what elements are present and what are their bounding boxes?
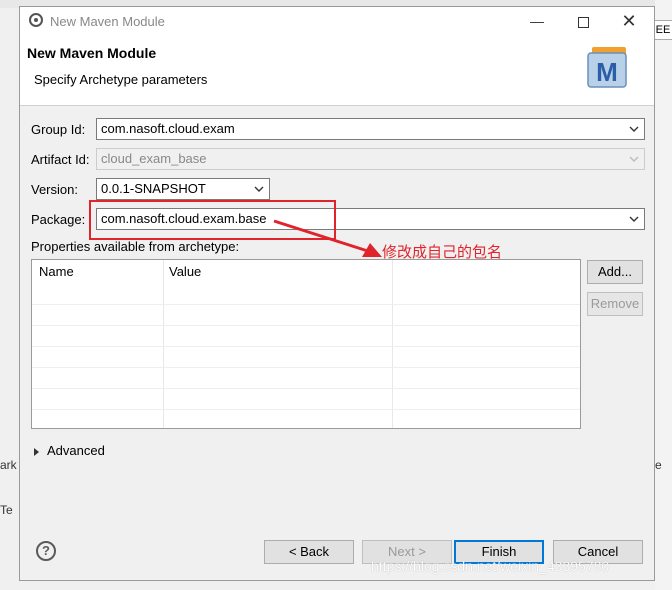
add-property-button[interactable]: Add...	[587, 260, 643, 284]
maximize-button[interactable]	[560, 7, 606, 35]
artifact-id-combo: cloud_exam_base	[96, 148, 645, 170]
advanced-section-toggle[interactable]: Advanced	[34, 443, 105, 458]
properties-table[interactable]: Name Value	[31, 259, 581, 429]
package-label: Package:	[31, 212, 86, 227]
close-icon: ✕	[621, 11, 637, 31]
chevron-down-icon	[629, 156, 639, 162]
new-maven-module-dialog: New Maven Module — ✕ New Maven Module Sp…	[19, 6, 655, 581]
row-divider	[32, 325, 580, 326]
column-divider	[392, 260, 393, 428]
minimize-icon: —	[530, 13, 544, 29]
help-icon[interactable]: ?	[36, 541, 56, 561]
background-right-fragment: e	[655, 458, 662, 472]
title-bar: New Maven Module — ✕	[20, 7, 654, 35]
version-label: Version:	[31, 182, 78, 197]
window-title: New Maven Module	[50, 14, 165, 29]
minimize-button[interactable]: —	[514, 7, 560, 35]
background-left-tab: Te	[0, 503, 13, 517]
column-header-name[interactable]: Name	[39, 260, 74, 284]
chevron-down-icon	[629, 126, 639, 132]
version-combo[interactable]: 0.0.1-SNAPSHOT	[96, 178, 270, 200]
column-divider	[163, 260, 164, 428]
background-right-panel	[655, 0, 672, 590]
page-title: New Maven Module	[27, 45, 157, 61]
maximize-icon	[577, 16, 589, 28]
wizard-header: New Maven Module Specify Archetype param…	[20, 35, 654, 106]
eclipse-icon	[29, 13, 43, 27]
chevron-down-icon	[254, 186, 264, 192]
close-button[interactable]: ✕	[606, 7, 652, 35]
artifact-id-label: Artifact Id:	[31, 152, 90, 167]
row-divider	[32, 304, 580, 305]
group-id-combo[interactable]: com.nasoft.cloud.exam	[96, 118, 645, 140]
expand-triangle-icon	[34, 447, 39, 456]
row-divider	[32, 388, 580, 389]
group-id-label: Group Id:	[31, 122, 86, 137]
background-left-fragment: ark	[0, 458, 17, 472]
row-divider	[32, 367, 580, 368]
maven-logo-icon: M	[587, 47, 627, 88]
row-divider	[32, 346, 580, 347]
page-description: Specify Archetype parameters	[34, 72, 208, 87]
column-header-value[interactable]: Value	[169, 260, 201, 284]
maven-logo-letter: M	[596, 57, 618, 87]
background-perspective-tab[interactable]: EE	[652, 20, 672, 40]
chevron-down-icon	[629, 216, 639, 222]
artifact-id-value: cloud_exam_base	[101, 151, 207, 166]
back-button[interactable]: < Back	[264, 540, 354, 564]
watermark-text: https://blog.csdn.net/weixin_43395780	[371, 558, 610, 574]
advanced-label: Advanced	[47, 443, 105, 458]
group-id-value: com.nasoft.cloud.exam	[101, 121, 235, 136]
version-value: 0.0.1-SNAPSHOT	[101, 181, 206, 196]
remove-property-button[interactable]: Remove	[587, 292, 643, 316]
properties-label: Properties available from archetype:	[31, 239, 240, 254]
row-divider	[32, 409, 580, 410]
